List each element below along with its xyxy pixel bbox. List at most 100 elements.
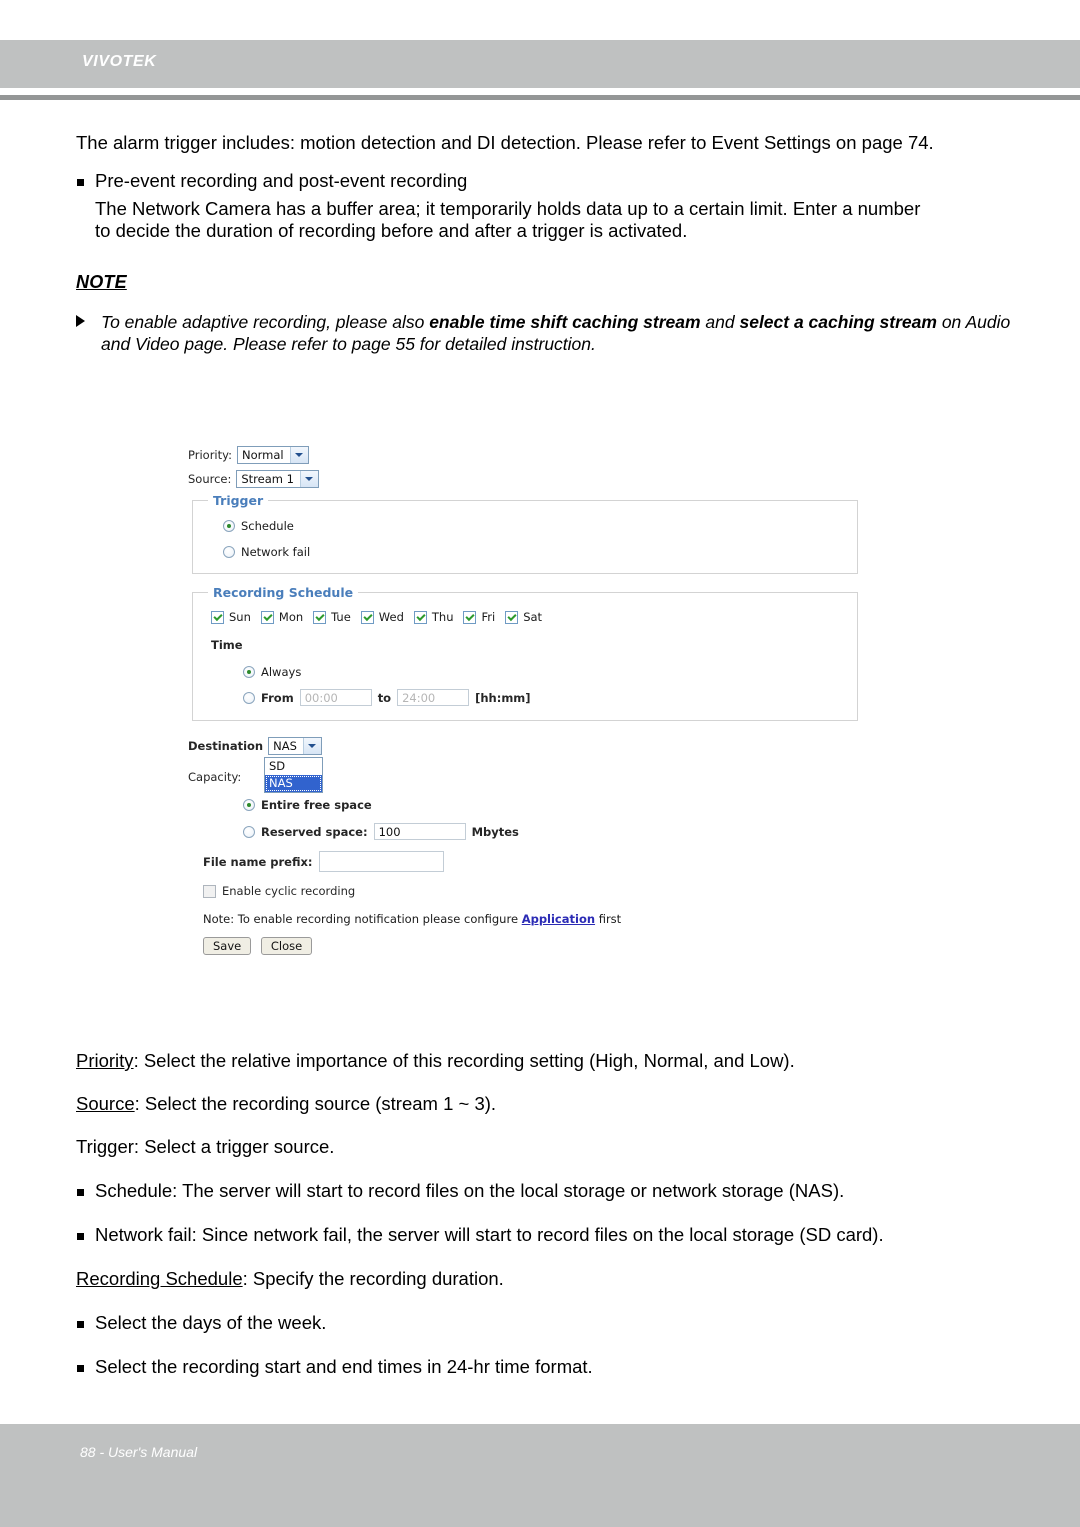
trigger-legend: Trigger [208, 493, 269, 508]
weekday-sun[interactable]: Sun [211, 610, 251, 624]
bullet-days-description: Select the days of the week. [76, 1312, 1026, 1334]
note-text-1: To enable adaptive recording, please als… [101, 312, 430, 332]
destination-select[interactable]: NAS [268, 737, 322, 755]
radio-schedule[interactable] [223, 520, 235, 532]
checkbox-sun-label: Sun [229, 610, 251, 624]
bullet-days-label: Select the days of the week. [95, 1312, 327, 1333]
radio-reserved-space-label: Reserved space: [261, 824, 368, 839]
note-body: To enable adaptive recording, please als… [76, 311, 1016, 355]
radio-from-to[interactable] [243, 691, 255, 704]
radio-always[interactable] [243, 666, 255, 678]
time-option-always[interactable]: Always [243, 665, 847, 679]
destination-dropdown-list[interactable]: SD NAS [264, 757, 323, 793]
priority-label: Priority: [188, 448, 232, 462]
file-name-prefix-label: File name prefix: [203, 854, 313, 869]
radio-network-fail[interactable] [223, 546, 235, 558]
bullet-pre-event: Pre-event recording and post-event recor… [76, 170, 1016, 192]
destination-option-sd[interactable]: SD [265, 758, 322, 775]
dialog-button-bar: Save Close [203, 937, 888, 955]
checkbox-mon[interactable] [260, 610, 274, 624]
trigger-description: Trigger: Select a trigger source. [76, 1136, 335, 1157]
close-button[interactable]: Close [260, 937, 313, 955]
bullet-schedule-label: Schedule: The server will start to recor… [95, 1180, 845, 1201]
source-term: Source [76, 1093, 135, 1114]
recording-schedule-description: Recording Schedule: Specify the recordin… [76, 1268, 1026, 1290]
checkbox-tue[interactable] [313, 610, 327, 624]
weekday-checkbox-group: Sun Mon Tue Wed Thu Fri Sat [211, 610, 847, 624]
file-name-prefix-input[interactable] [318, 851, 444, 872]
recording-schedule-legend: Recording Schedule [208, 585, 359, 600]
bullet-times-label: Select the recording start and end times… [95, 1356, 593, 1377]
descriptions-section: Priority: Select the relative importance… [76, 1050, 1026, 1384]
application-link[interactable]: Application [522, 912, 595, 926]
page-header: VIVOTEK [0, 40, 1080, 88]
checkbox-sat[interactable] [505, 610, 519, 624]
weekday-fri[interactable]: Fri [463, 610, 495, 624]
radio-entire-free-space[interactable] [243, 799, 255, 811]
to-label: to [377, 690, 392, 705]
source-label: Source: [188, 472, 232, 486]
priority-select[interactable]: Normal [236, 446, 309, 464]
checkbox-enable-cyclic-recording-label: Enable cyclic recording [222, 884, 356, 898]
recording-note-suffix: first [595, 912, 622, 926]
time-to-input[interactable]: 24:00 [397, 689, 470, 706]
destination-option-nas[interactable]: NAS [265, 775, 322, 792]
cyclic-recording-row[interactable]: Enable cyclic recording [203, 884, 888, 898]
capacity-option-entire[interactable]: Entire free space [243, 798, 888, 812]
destination-block: Destination NAS Capacity: SD NAS [188, 737, 888, 793]
recording-note-prefix: Note: To enable recording notification p… [203, 912, 522, 926]
footer-page-label: 88 - User's Manual [80, 1444, 198, 1460]
file-name-prefix-row: File name prefix: [203, 851, 888, 872]
reserved-space-input[interactable]: 100 [373, 823, 466, 840]
chevron-down-icon [302, 738, 321, 754]
bullet-schedule-description: Schedule: The server will start to recor… [76, 1180, 1026, 1202]
source-description: Source: Select the recording source (str… [76, 1093, 1026, 1115]
weekday-tue[interactable]: Tue [313, 610, 351, 624]
checkbox-sat-label: Sat [523, 610, 543, 624]
radio-always-label: Always [261, 665, 302, 679]
trigger-option-network-fail[interactable]: Network fail [223, 545, 847, 559]
triangle-right-icon [76, 315, 85, 327]
checkbox-wed[interactable] [360, 610, 374, 624]
document-content: The alarm trigger includes: motion detec… [76, 132, 1016, 355]
priority-row: Priority: Normal [188, 446, 888, 464]
note-bold-1: enable time shift caching stream [429, 312, 701, 332]
bullet-network-fail-description: Network fail: Since network fail, the se… [76, 1224, 1026, 1246]
weekday-wed[interactable]: Wed [360, 610, 404, 624]
time-from-input[interactable]: 00:00 [299, 689, 372, 706]
chevron-down-icon [299, 471, 318, 487]
bullet-times-description: Select the recording start and end times… [76, 1356, 1026, 1378]
recording-settings-dialog: Priority: Normal Source: Stream 1 Trigge… [188, 446, 888, 955]
radio-schedule-label: Schedule [241, 519, 294, 533]
bullet-network-fail-label: Network fail: Since network fail, the se… [95, 1224, 884, 1245]
weekday-thu[interactable]: Thu [413, 610, 453, 624]
save-button[interactable]: Save [203, 937, 252, 955]
pre-event-line-2: to decide the duration of recording befo… [95, 220, 688, 241]
page-footer: 88 - User's Manual [0, 1424, 1080, 1527]
radio-reserved-space[interactable] [243, 825, 255, 838]
source-row: Source: Stream 1 [188, 470, 888, 488]
recording-schedule-term: Recording Schedule [76, 1268, 243, 1289]
note-bold-2: select a caching stream [739, 312, 937, 332]
capacity-option-reserved: Reserved space: 100 Mbytes [243, 823, 888, 840]
destination-select-value: NAS [273, 739, 297, 753]
priority-term: Priority [76, 1050, 134, 1071]
checkbox-thu[interactable] [413, 610, 427, 624]
radio-network-fail-label: Network fail [241, 545, 311, 559]
source-select[interactable]: Stream 1 [236, 470, 319, 488]
note-heading: NOTE [76, 272, 127, 292]
weekday-sat[interactable]: Sat [505, 610, 542, 624]
weekday-mon[interactable]: Mon [260, 610, 304, 624]
bullet-pre-event-label: Pre-event recording and post-event recor… [95, 170, 468, 191]
checkbox-sun[interactable] [211, 610, 224, 624]
mbytes-unit-label: Mbytes [471, 824, 519, 839]
note-text-2: and [700, 312, 740, 332]
source-select-value: Stream 1 [241, 472, 294, 486]
trigger-option-schedule[interactable]: Schedule [223, 519, 847, 533]
checkbox-fri[interactable] [463, 610, 477, 624]
checkbox-wed-label: Wed [378, 610, 404, 624]
checkbox-mon-label: Mon [278, 610, 304, 624]
recording-schedule-description-text: : Specify the recording duration. [242, 1268, 504, 1289]
priority-select-value: Normal [241, 448, 284, 462]
checkbox-enable-cyclic-recording[interactable] [203, 884, 216, 898]
